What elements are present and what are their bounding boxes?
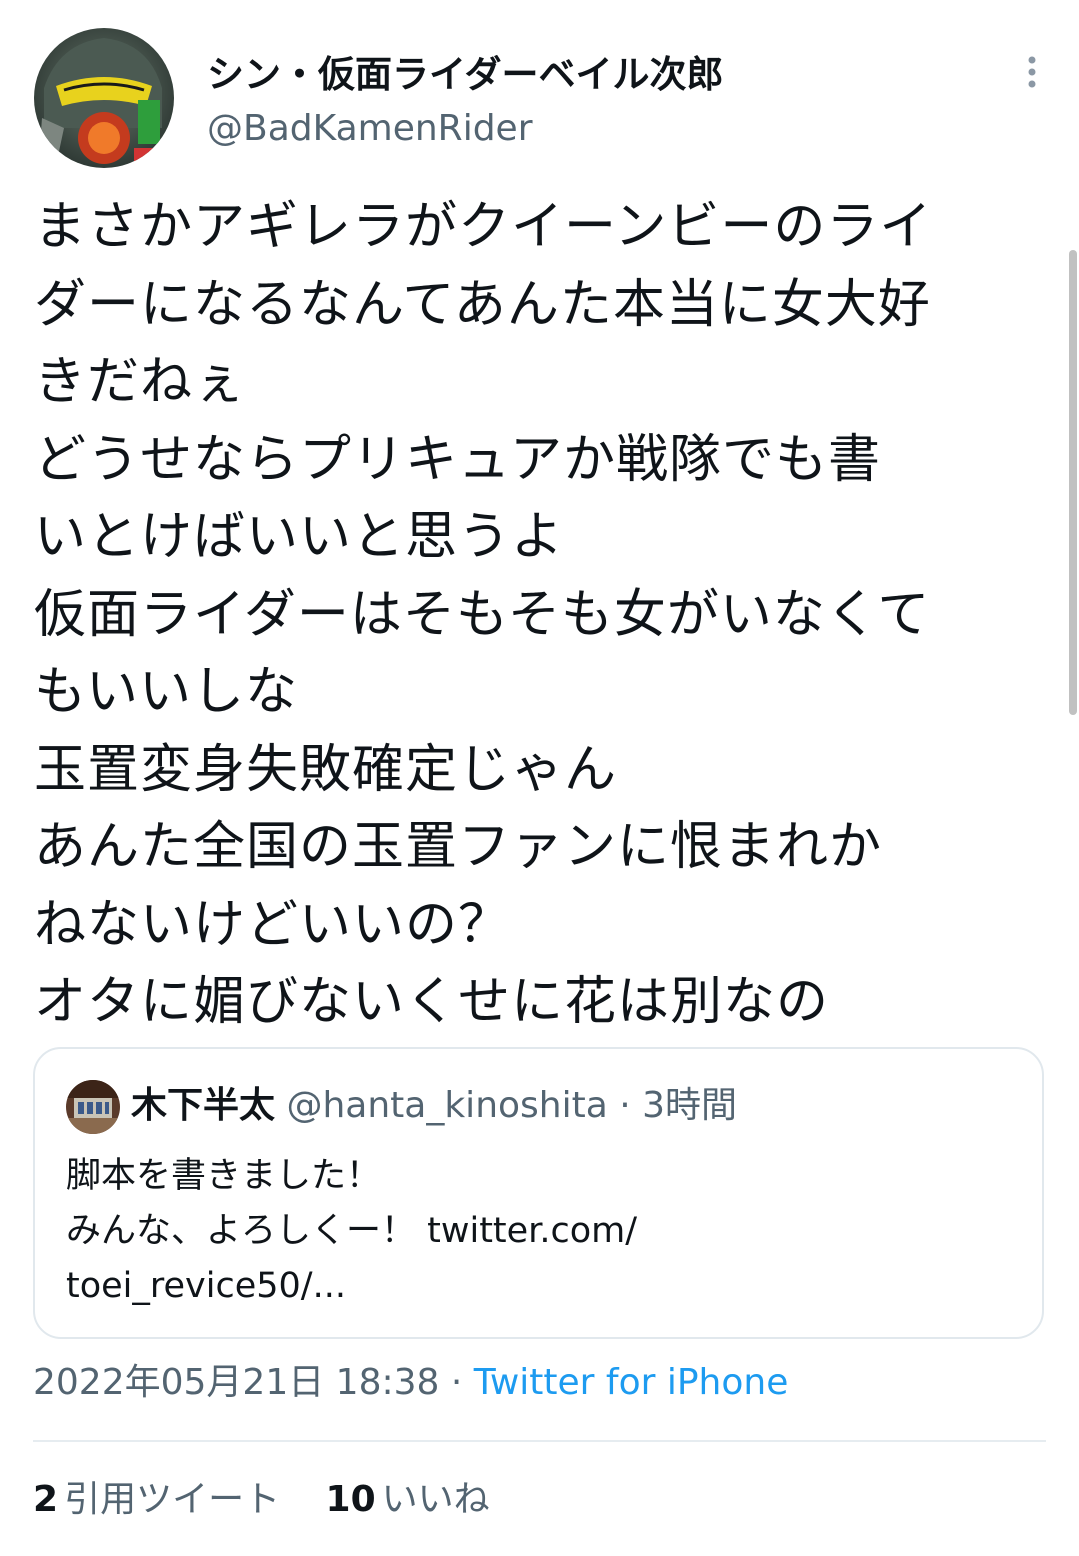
- tweet-line: 玉置変身失敗確定じゃん: [34, 739, 618, 800]
- author-display-name[interactable]: シン・仮面ライダーベイル次郎: [207, 44, 724, 98]
- scrollbar[interactable]: [1069, 250, 1077, 715]
- tweet-line: まさかアギレラがクイーンビーのライ: [34, 197, 933, 257]
- quoted-author-handle[interactable]: @hanta_kinoshita: [286, 1085, 607, 1126]
- quote-tweets-count: 2: [33, 1479, 59, 1520]
- quote-tweets-label: 引用ツイート: [64, 1479, 281, 1520]
- tweet-line: いとけばいいと思うよ: [34, 507, 565, 567]
- author-handle[interactable]: @BadKamenRider: [207, 108, 533, 149]
- tweet-stats: 2 引用ツイート 10 いいね: [33, 1474, 524, 1526]
- tweet-line: きだねぇ: [34, 352, 247, 412]
- quoted-author-name[interactable]: 木下半太: [131, 1085, 275, 1126]
- quoted-tweet-line: 脚本を書きました！: [66, 1156, 382, 1196]
- quote-tweets-stat[interactable]: 2 引用ツイート: [33, 1474, 280, 1526]
- quoted-tweet-line: toei_revice50/...: [66, 1266, 346, 1306]
- tweet-line: オタに媚びないくせに花は別なの: [34, 972, 830, 1032]
- tweet-meta: 2022年05月21日 18:38 · Twitter for iPhone: [33, 1357, 788, 1409]
- tweet-line: あんた全国の玉置ファンに恨まれか: [34, 817, 883, 877]
- tweet-text: まさかアギレラがクイーンビーのライ ダーになるなんてあんた本当に女大好 きだねぇ…: [34, 189, 1054, 1042]
- quoted-author-avatar[interactable]: [66, 1080, 120, 1134]
- quoted-tweet-line: みんな、よろしくー！ twitter.com/: [66, 1211, 638, 1251]
- quoted-tweet-text: 脚本を書きました！ みんな、よろしくー！ twitter.com/ toei_r…: [66, 1149, 1026, 1314]
- tweet-line: ダーになるなんてあんた本当に女大好: [34, 274, 931, 335]
- likes-label: いいね: [381, 1479, 490, 1520]
- tweet-line: ねないけどいいの？: [34, 894, 512, 955]
- tweet-line: どうせならプリキュアか戦隊でも書: [34, 429, 881, 490]
- quoted-tweet-header: 木下半太 @hanta_kinoshita · 3時間: [131, 1083, 737, 1129]
- quoted-timestamp: 3時間: [642, 1085, 738, 1126]
- quoted-tweet-card[interactable]: 木下半太 @hanta_kinoshita · 3時間 脚本を書きました！ みん…: [33, 1047, 1044, 1339]
- tweet-line: 仮面ライダーはそもそも女がいなくて: [34, 584, 931, 645]
- meta-separator: ·: [450, 1362, 463, 1403]
- author-avatar[interactable]: [34, 28, 174, 168]
- tweet-line: もいいしな: [34, 662, 298, 722]
- divider: [33, 1440, 1046, 1442]
- tweet-timestamp[interactable]: 2022年05月21日 18:38: [33, 1362, 439, 1403]
- more-vertical-icon[interactable]: [1020, 52, 1044, 92]
- quoted-separator: ·: [619, 1085, 631, 1126]
- likes-stat[interactable]: 10 いいね: [326, 1474, 490, 1526]
- client-link[interactable]: Twitter for iPhone: [474, 1362, 789, 1403]
- tweet-header: シン・仮面ライダーベイル次郎 @BadKamenRider: [34, 28, 1044, 173]
- likes-count: 10: [325, 1479, 376, 1520]
